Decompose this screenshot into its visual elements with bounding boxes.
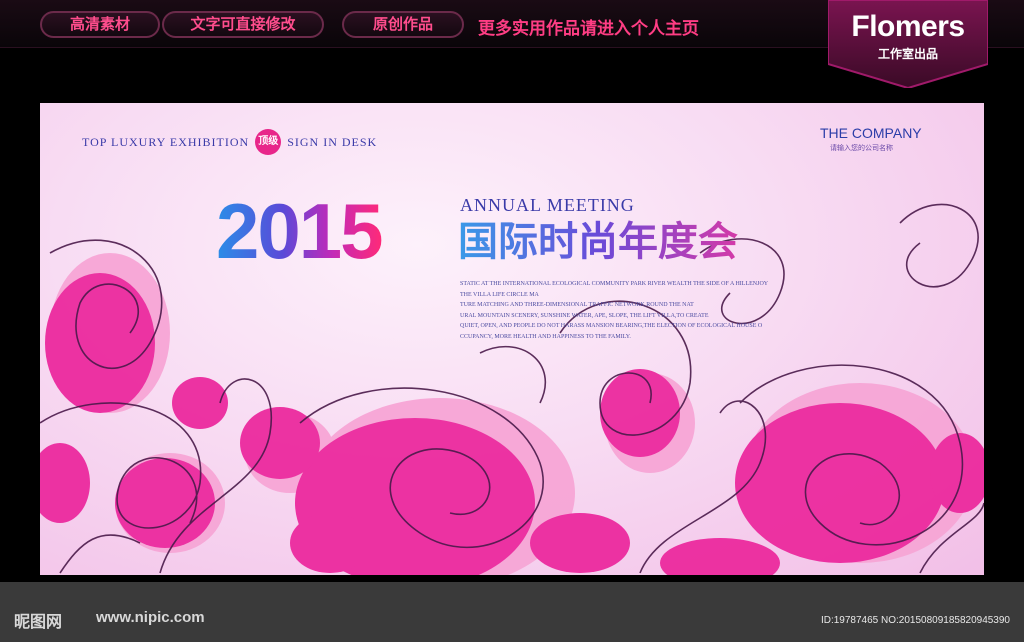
homepage-slogan[interactable]: 更多实用作品请进入个人主页 bbox=[478, 14, 699, 39]
poster-tagline: TOP LUXURY EXHIBITION 顶级 SIGN IN DESK bbox=[82, 129, 377, 155]
top-grade-badge: 顶级 bbox=[255, 129, 282, 155]
brand-name: Flomers bbox=[851, 10, 965, 43]
image-id-text: ID:19787465 NO:20150809185820945390 bbox=[820, 615, 1010, 626]
nipic-logo: 昵图网 bbox=[14, 612, 63, 631]
event-title-chinese: 国际时尚年度会 bbox=[458, 219, 738, 265]
studio-brand-badge: Flomers 工作室出品 bbox=[828, 0, 988, 88]
description-line: TURE MATCHING AND THREE-DIMENSIONAL TRAF… bbox=[460, 302, 694, 308]
description-line: THE VILLA LIFE CIRCLE MA bbox=[460, 291, 539, 298]
tagline-right: SIGN IN DESK bbox=[287, 134, 378, 149]
brand-subtitle: 工作室出品 bbox=[877, 47, 938, 61]
description-line: QUIET, OPEN, AND PEOPLE DO NOT HARASS MA… bbox=[460, 323, 763, 329]
annual-meeting-heading: ANNUAL MEETING bbox=[460, 195, 635, 215]
event-description: STATIC AT THE INTERNATIONAL ECOLOGICAL C… bbox=[460, 279, 820, 342]
pill-original-work: 原创作品 bbox=[342, 11, 464, 38]
description-line: CCUPANCY, MORE HEALTH AND HAPPINESS TO T… bbox=[460, 333, 631, 340]
pill-editable-text: 文字可直接修改 bbox=[162, 11, 324, 38]
description-line: URAL MOUNTAIN SCENERY, SUNSHINE WATER, A… bbox=[460, 312, 709, 319]
pill-hd-material: 高清素材 bbox=[40, 11, 160, 38]
company-name: THE COMPANY bbox=[820, 125, 922, 141]
tagline-left: TOP LUXURY EXHIBITION bbox=[82, 134, 250, 149]
event-year: 2015 bbox=[216, 187, 384, 275]
company-name-hint: 请输入您的公司名称 bbox=[830, 144, 893, 152]
watermark-footer: 昵图网 www.nipic.com ID:19787465 NO:2015080… bbox=[0, 582, 1024, 642]
poster-artwork: TOP LUXURY EXHIBITION 顶级 SIGN IN DESK THE … bbox=[40, 103, 984, 575]
description-line: STATIC AT THE INTERNATIONAL ECOLOGICAL C… bbox=[460, 281, 769, 287]
nipic-url[interactable]: www.nipic.com bbox=[96, 609, 205, 626]
